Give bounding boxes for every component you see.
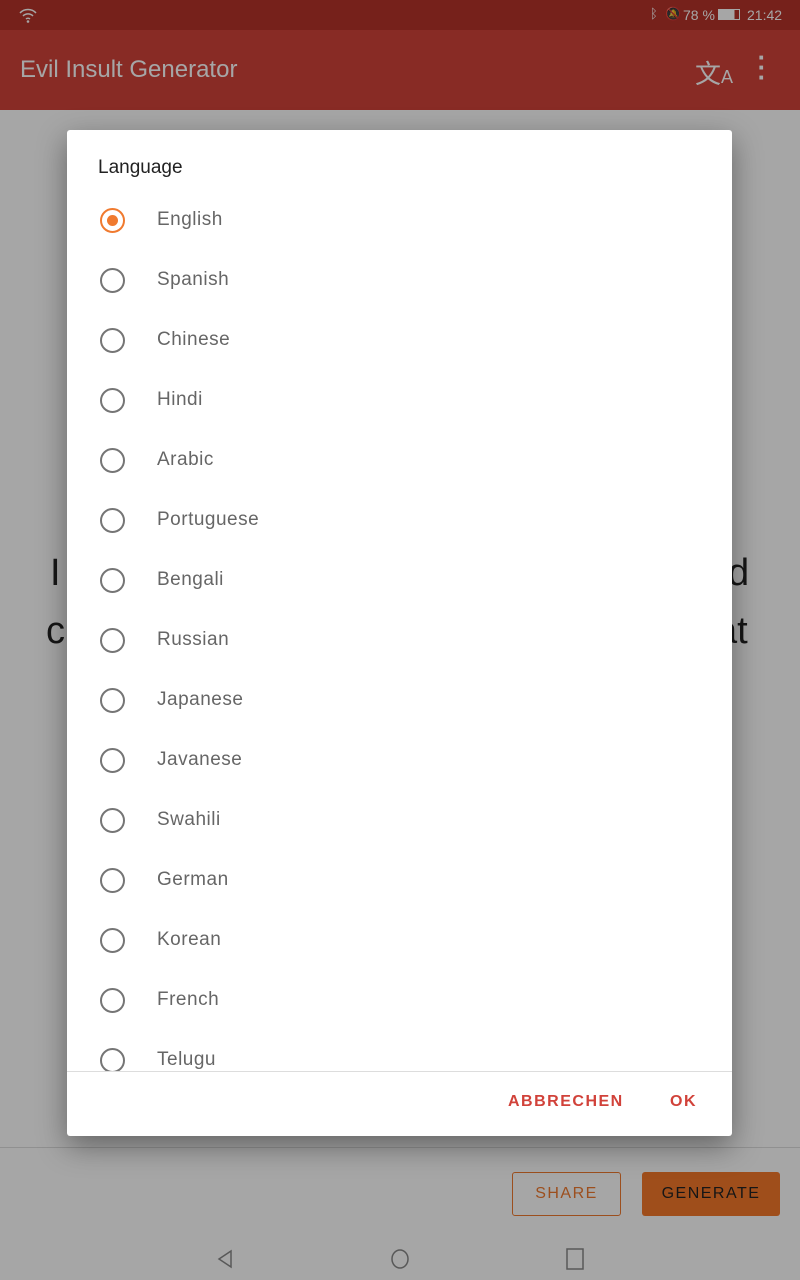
language-option[interactable]: French bbox=[67, 970, 732, 1030]
language-label: French bbox=[157, 989, 220, 1010]
language-option[interactable]: Telugu bbox=[67, 1030, 732, 1071]
radio-button[interactable] bbox=[100, 447, 125, 473]
language-label: Arabic bbox=[157, 449, 214, 470]
language-label: Chinese bbox=[157, 329, 231, 350]
radio-button[interactable] bbox=[100, 627, 125, 653]
language-option[interactable]: Spanish bbox=[67, 250, 732, 310]
radio-button[interactable] bbox=[100, 327, 125, 353]
language-label: Russian bbox=[157, 629, 230, 650]
dialog-title: Language bbox=[98, 157, 183, 178]
radio-button[interactable] bbox=[100, 1047, 125, 1071]
language-label: Hindi bbox=[157, 389, 203, 410]
radio-button[interactable] bbox=[100, 267, 125, 293]
ok-button[interactable]: OK bbox=[670, 1093, 697, 1111]
language-label: German bbox=[157, 869, 229, 890]
language-option[interactable]: Chinese bbox=[67, 310, 732, 370]
language-label: Bengali bbox=[157, 569, 224, 590]
radio-button[interactable] bbox=[100, 207, 125, 233]
language-label: Portuguese bbox=[157, 509, 260, 530]
language-option[interactable]: Arabic bbox=[67, 430, 732, 490]
language-label: English bbox=[157, 209, 223, 230]
radio-button[interactable] bbox=[100, 867, 125, 893]
radio-button[interactable] bbox=[100, 387, 125, 413]
divider bbox=[67, 1071, 732, 1072]
radio-button[interactable] bbox=[100, 927, 125, 953]
language-option[interactable]: Portuguese bbox=[67, 490, 732, 550]
language-label: Japanese bbox=[157, 689, 244, 710]
language-label: Javanese bbox=[157, 749, 243, 770]
language-option[interactable]: Korean bbox=[67, 910, 732, 970]
language-label: Korean bbox=[157, 929, 222, 950]
cancel-button[interactable]: ABBRECHEN bbox=[508, 1093, 624, 1111]
language-label: Spanish bbox=[157, 269, 230, 290]
language-option[interactable]: Russian bbox=[67, 610, 732, 670]
radio-button[interactable] bbox=[100, 987, 125, 1013]
language-label: Telugu bbox=[157, 1049, 216, 1070]
language-option[interactable]: Swahili bbox=[67, 790, 732, 850]
language-label: Swahili bbox=[157, 809, 221, 830]
language-option[interactable]: Bengali bbox=[67, 550, 732, 610]
language-option[interactable]: English bbox=[67, 190, 732, 250]
radio-button[interactable] bbox=[100, 687, 125, 713]
radio-button[interactable] bbox=[100, 507, 125, 533]
language-option[interactable]: Japanese bbox=[67, 670, 732, 730]
language-list[interactable]: English Spanish Chinese Hindi Arabic Portugue… bbox=[67, 190, 732, 1071]
language-option[interactable]: Hindi bbox=[67, 370, 732, 430]
radio-button[interactable] bbox=[100, 807, 125, 833]
radio-button[interactable] bbox=[100, 747, 125, 773]
language-option[interactable]: Javanese bbox=[67, 730, 732, 790]
language-option[interactable]: German bbox=[67, 850, 732, 910]
radio-button[interactable] bbox=[100, 567, 125, 593]
language-dialog: Language English Spanish Chinese Hindi Arabi… bbox=[67, 130, 732, 1136]
